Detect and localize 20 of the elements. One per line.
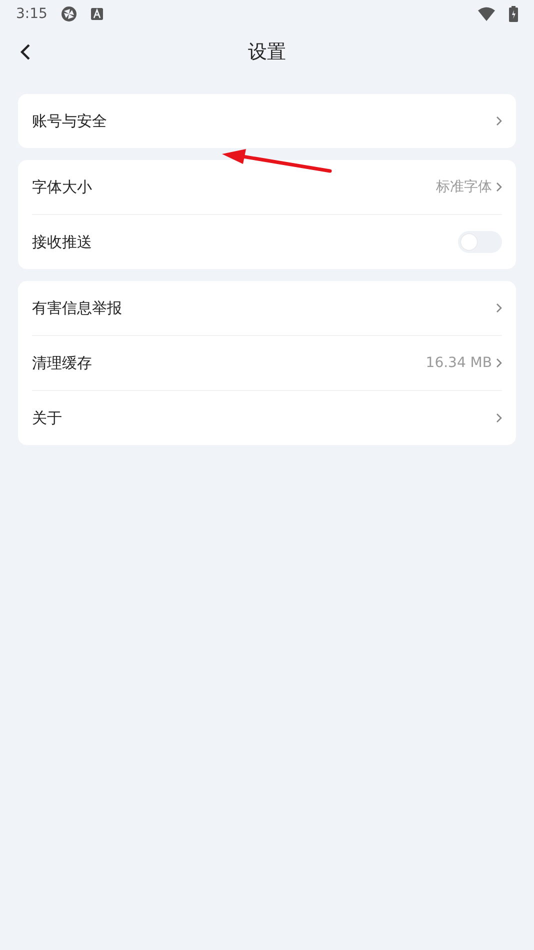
chevron-icon (496, 413, 502, 423)
battery-icon (509, 6, 518, 22)
chevron-icon (496, 182, 502, 192)
setting-label[interactable]: 有害信息举报 (32, 298, 496, 318)
page-title: 设置 (248, 40, 286, 65)
setting-label[interactable]: 关于 (32, 408, 496, 428)
chevron-icon (496, 116, 502, 126)
setting-label[interactable]: 账号与安全 (32, 112, 496, 130)
setting-value: 标准字体 (436, 178, 492, 196)
setting-label[interactable]: 字体大小 (32, 178, 436, 196)
setting-value: 16.34 MB (426, 355, 492, 371)
wifi-icon (478, 7, 495, 21)
push-toggle[interactable] (458, 231, 502, 253)
keyboard-icon (91, 8, 104, 20)
status-time: 3:15 (16, 6, 48, 22)
app-icon (61, 6, 78, 22)
chevron-icon (496, 358, 502, 368)
chevron-icon (496, 303, 502, 313)
setting-label[interactable]: 清理缓存 (32, 354, 426, 372)
setting-label[interactable]: 接收推送 (32, 232, 458, 252)
